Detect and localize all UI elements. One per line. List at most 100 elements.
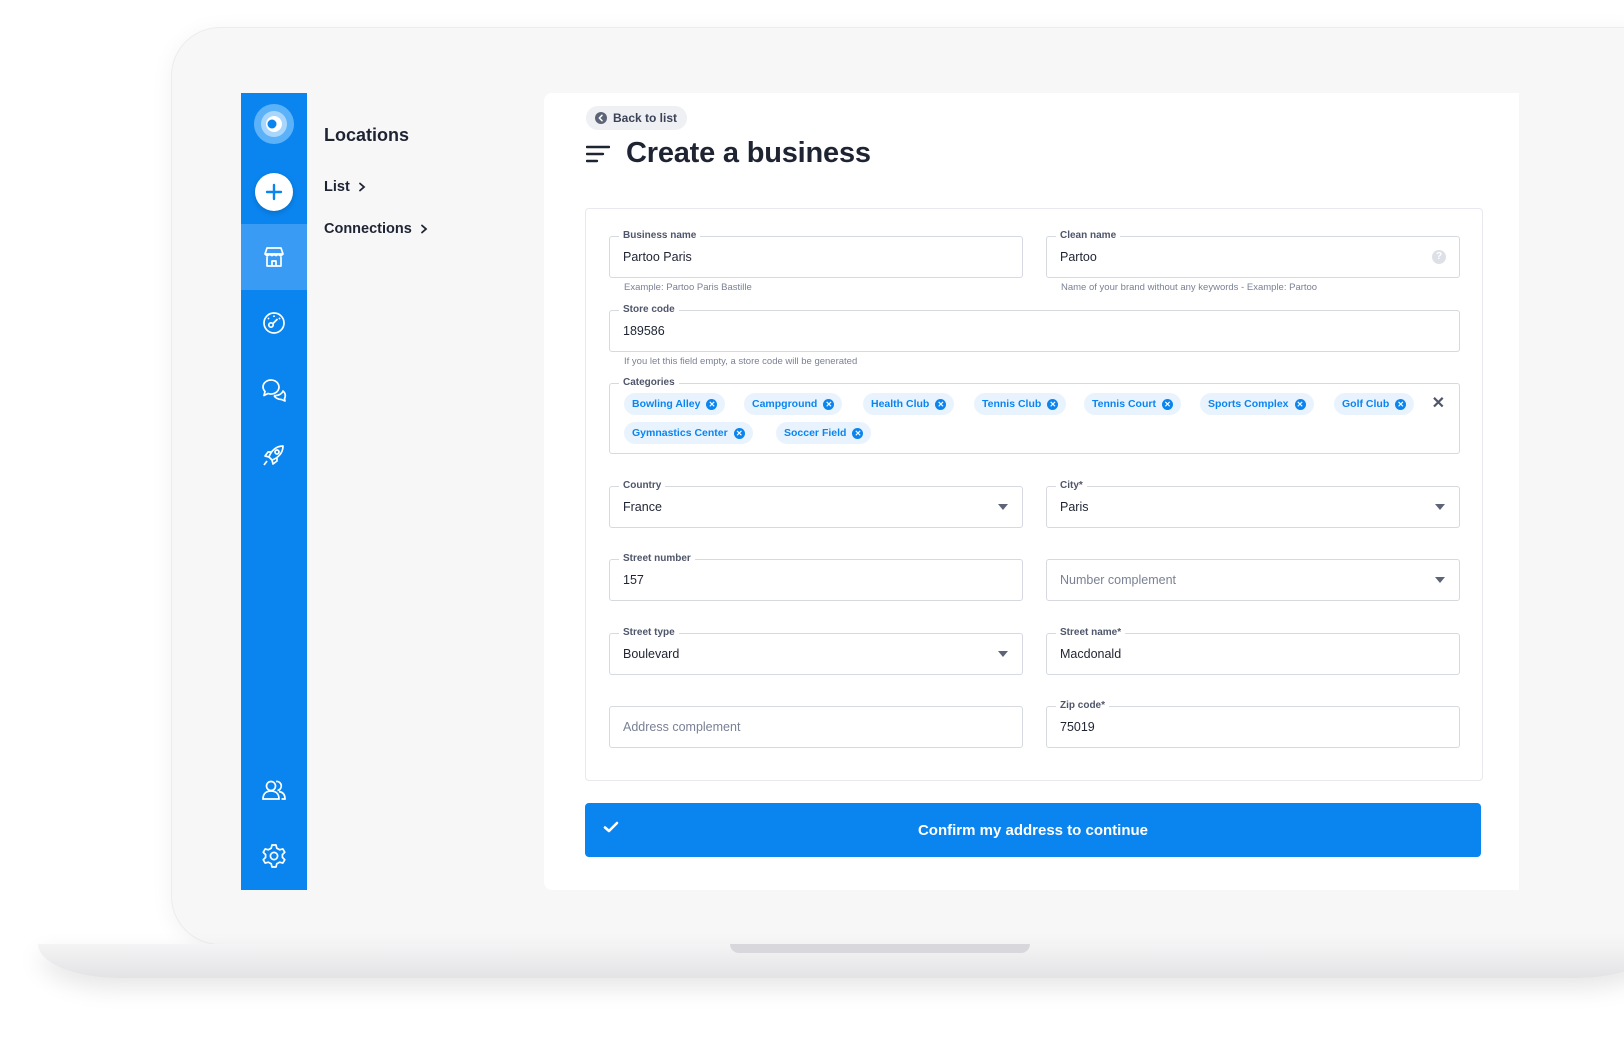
remove-chip-icon[interactable]: ✕ bbox=[823, 398, 835, 410]
locations-subnav: Locations List Connections bbox=[307, 93, 544, 890]
partoo-logo-icon[interactable] bbox=[253, 103, 295, 145]
chip-label: Tennis Court bbox=[1092, 398, 1156, 410]
laptop-notch bbox=[730, 944, 1030, 953]
rail-item-settings[interactable] bbox=[241, 823, 307, 889]
remove-chip-icon[interactable]: ✕ bbox=[706, 398, 718, 410]
number-complement-select[interactable]: Number complement bbox=[1046, 559, 1460, 601]
chip-label: Sports Complex bbox=[1208, 398, 1289, 410]
field-label: Street number bbox=[619, 552, 695, 566]
rail-item-team[interactable] bbox=[241, 757, 307, 823]
chip-label: Soccer Field bbox=[784, 427, 847, 439]
arrow-left-circle-icon bbox=[595, 112, 607, 124]
chip-label: Bowling Alley bbox=[632, 398, 701, 410]
street-number-field[interactable]: Street number 157 bbox=[609, 552, 1023, 601]
main-panel: Back to list Create a business Business … bbox=[544, 93, 1519, 890]
caret-down-icon bbox=[1435, 577, 1445, 583]
add-business-button[interactable] bbox=[255, 173, 293, 211]
caret-down-icon bbox=[998, 504, 1008, 510]
clean-name-hint: Name of your brand without any keywords … bbox=[1061, 282, 1318, 293]
field-value: Partoo bbox=[1060, 250, 1097, 264]
field-label: City* bbox=[1056, 479, 1087, 493]
back-to-list-button[interactable]: Back to list bbox=[586, 106, 688, 130]
page-title: Create a business bbox=[626, 137, 871, 169]
field-value: 157 bbox=[623, 573, 644, 587]
rail-item-messages[interactable] bbox=[241, 356, 307, 422]
rail-item-locations[interactable] bbox=[241, 224, 307, 290]
country-select[interactable]: Country France bbox=[609, 479, 1023, 528]
users-icon bbox=[262, 780, 286, 800]
chip-label: Tennis Club bbox=[982, 398, 1042, 410]
confirm-address-button[interactable]: Confirm my address to continue bbox=[585, 803, 1481, 857]
subnav-link-label: List bbox=[324, 179, 350, 195]
app-screen: Locations List Connections Back to list … bbox=[241, 93, 1519, 890]
confirm-label: Confirm my address to continue bbox=[917, 821, 1149, 839]
category-chip: Gymnastics Center ✕ bbox=[624, 422, 753, 444]
chevron-right-icon bbox=[420, 224, 428, 234]
caret-down-icon bbox=[998, 651, 1008, 657]
remove-chip-icon[interactable]: ✕ bbox=[1047, 398, 1059, 410]
remove-chip-icon[interactable]: ✕ bbox=[1161, 398, 1173, 410]
category-chip: Sports Complex ✕ bbox=[1200, 393, 1314, 415]
category-chip: Tennis Club ✕ bbox=[974, 393, 1067, 415]
category-chip: Campground ✕ bbox=[744, 393, 843, 415]
field-label: Zip code* bbox=[1056, 699, 1110, 713]
store-code-field[interactable]: Store code 189586 bbox=[609, 303, 1460, 352]
chevron-right-icon bbox=[358, 182, 366, 192]
clear-categories-icon[interactable]: ✕ bbox=[1432, 393, 1445, 413]
remove-chip-icon[interactable]: ✕ bbox=[935, 398, 947, 410]
back-label: Back to list bbox=[613, 111, 678, 125]
category-chip: Health Club ✕ bbox=[863, 393, 955, 415]
remove-chip-icon[interactable]: ✕ bbox=[1395, 398, 1407, 410]
zip-code-field[interactable]: Zip code* 75019 bbox=[1046, 699, 1460, 748]
messages-icon bbox=[262, 379, 287, 402]
remove-chip-icon[interactable]: ✕ bbox=[852, 427, 864, 439]
field-label: Street name* bbox=[1056, 626, 1126, 640]
page-header: Create a business bbox=[586, 137, 871, 170]
business-form: Business name Partoo Paris Example: Part… bbox=[585, 208, 1483, 781]
subnav-link-label: Connections bbox=[324, 221, 412, 237]
menu-toggle-icon[interactable] bbox=[586, 145, 610, 163]
store-code-hint: If you let this field empty, a store cod… bbox=[624, 356, 858, 367]
rail-item-analytics[interactable] bbox=[241, 290, 307, 356]
field-value: Partoo Paris bbox=[623, 250, 692, 264]
field-value: Paris bbox=[1060, 500, 1089, 514]
category-chip: Soccer Field ✕ bbox=[776, 422, 872, 444]
rail-item-boost[interactable] bbox=[241, 422, 307, 488]
analytics-icon bbox=[263, 312, 285, 334]
address-complement-field[interactable]: Address complement bbox=[609, 706, 1023, 748]
chip-label: Golf Club bbox=[1342, 398, 1390, 410]
field-label: Store code bbox=[619, 303, 679, 317]
category-chip: Bowling Alley ✕ bbox=[624, 393, 726, 415]
street-type-select[interactable]: Street type Boulevard bbox=[609, 626, 1023, 675]
help-icon[interactable]: ? bbox=[1432, 250, 1446, 264]
field-value: Boulevard bbox=[623, 647, 680, 661]
subnav-link-list[interactable]: List bbox=[324, 179, 366, 195]
store-icon bbox=[264, 247, 284, 267]
clean-name-field[interactable]: Clean name Partoo ? bbox=[1046, 229, 1460, 278]
field-label: Country bbox=[619, 479, 666, 493]
chip-label: Gymnastics Center bbox=[632, 427, 728, 439]
category-chip: Tennis Court ✕ bbox=[1084, 393, 1181, 415]
business-name-hint: Example: Partoo Paris Bastille bbox=[624, 282, 752, 293]
field-label: Clean name bbox=[1056, 229, 1121, 243]
categories-field[interactable]: Categories Bowling Alley ✕ Campground ✕ … bbox=[609, 376, 1460, 454]
subnav-link-connections[interactable]: Connections bbox=[324, 221, 428, 237]
city-select[interactable]: City* Paris bbox=[1046, 479, 1460, 528]
field-placeholder: Address complement bbox=[623, 720, 741, 734]
plus-icon bbox=[265, 183, 283, 201]
icon-rail bbox=[241, 93, 307, 890]
caret-down-icon bbox=[1435, 504, 1445, 510]
field-value: 189586 bbox=[623, 324, 665, 338]
remove-chip-icon[interactable]: ✕ bbox=[1294, 398, 1306, 410]
subnav-title: Locations bbox=[324, 125, 410, 145]
business-name-field[interactable]: Business name Partoo Paris bbox=[609, 229, 1023, 278]
gear-icon bbox=[262, 844, 286, 868]
category-chip: Golf Club ✕ bbox=[1334, 393, 1415, 415]
check-icon bbox=[603, 821, 619, 833]
field-value: France bbox=[623, 500, 662, 514]
field-placeholder: Number complement bbox=[1060, 573, 1177, 587]
field-label: Street type bbox=[619, 626, 679, 640]
field-value: 75019 bbox=[1060, 720, 1095, 734]
street-name-field[interactable]: Street name* Macdonald bbox=[1046, 626, 1460, 675]
remove-chip-icon[interactable]: ✕ bbox=[733, 427, 745, 439]
